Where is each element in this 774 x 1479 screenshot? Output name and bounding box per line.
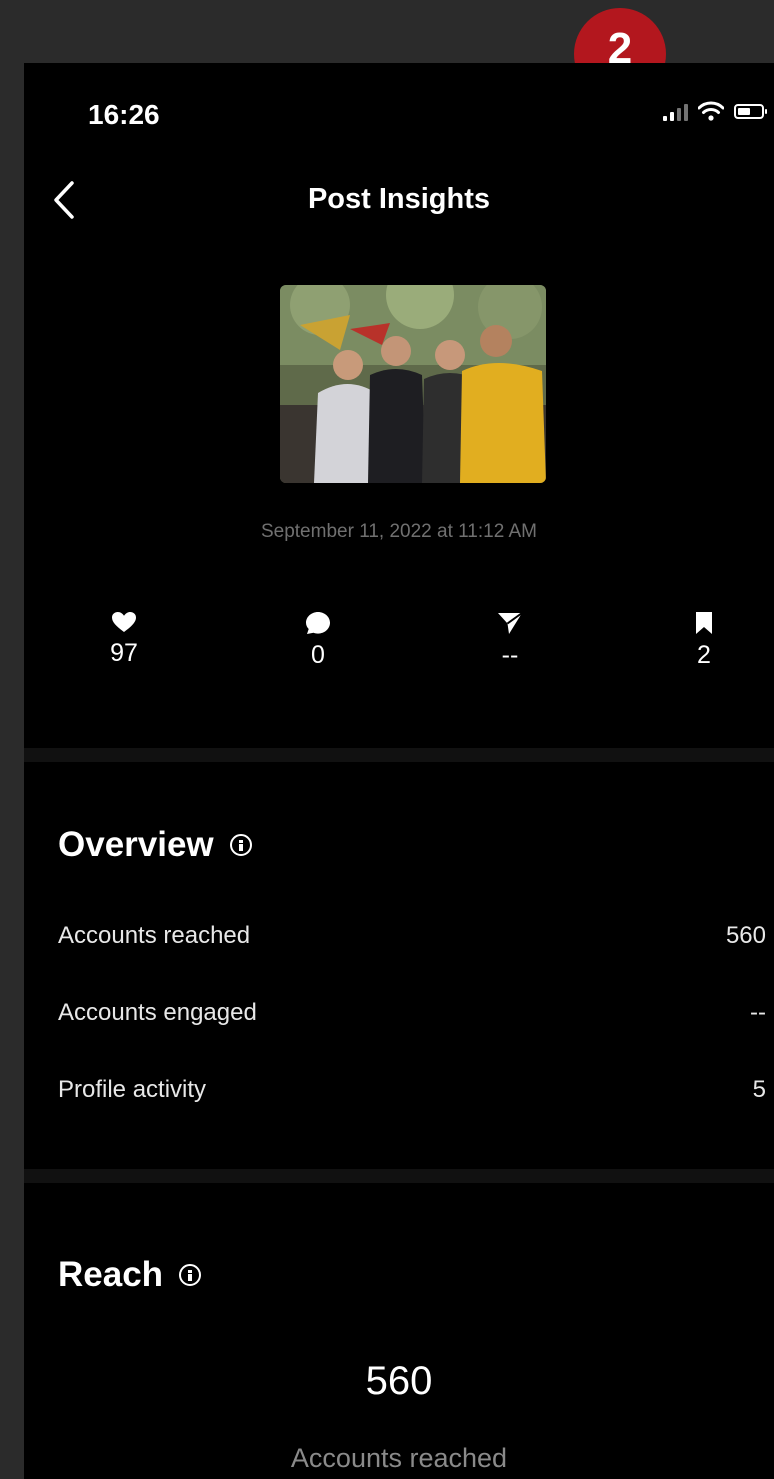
signal-icon bbox=[663, 101, 688, 121]
send-icon bbox=[498, 612, 523, 634]
overview-title: Overview bbox=[58, 825, 214, 864]
phone-screen: 16:26 Post Insights September 11, 2022 a… bbox=[24, 63, 774, 1479]
info-icon[interactable] bbox=[229, 834, 252, 856]
reach-title: Reach bbox=[58, 1255, 164, 1294]
metric-label: Accounts engaged bbox=[58, 999, 257, 1026]
post-thumbnail[interactable] bbox=[280, 285, 546, 483]
shares-count: -- bbox=[501, 641, 519, 669]
post-date: September 11, 2022 at 11:12 AM bbox=[260, 521, 538, 542]
wifi-icon bbox=[698, 101, 724, 121]
page-title: Post Insights bbox=[307, 183, 491, 215]
metric-label: Accounts reached bbox=[58, 922, 251, 949]
saves-stat: 2 bbox=[644, 611, 764, 670]
reach-heading: Reach bbox=[58, 1255, 202, 1295]
section-divider bbox=[24, 1169, 774, 1183]
metric-label: Profile activity bbox=[58, 1076, 207, 1103]
likes-stat: 97 bbox=[64, 611, 184, 668]
comments-stat: 0 bbox=[258, 611, 378, 670]
shares-stat: -- bbox=[450, 611, 570, 670]
metric-value: -- bbox=[750, 999, 766, 1026]
reach-label: Accounts reached bbox=[290, 1443, 508, 1473]
likes-count: 97 bbox=[110, 639, 138, 667]
info-icon[interactable] bbox=[179, 1264, 202, 1286]
bookmark-icon bbox=[696, 612, 712, 634]
status-time: 16:26 bbox=[88, 99, 160, 130]
comments-count: 0 bbox=[311, 641, 325, 669]
comment-icon bbox=[306, 612, 330, 634]
battery-icon bbox=[734, 103, 767, 119]
heart-icon bbox=[112, 612, 136, 632]
status-bar-icons bbox=[663, 101, 767, 121]
overview-heading: Overview bbox=[58, 825, 252, 865]
section-divider bbox=[24, 748, 774, 762]
metric-row-profile-activity[interactable]: Profile activity 5 bbox=[58, 1073, 774, 1107]
metric-value: 5 bbox=[752, 1076, 766, 1103]
saves-count: 2 bbox=[697, 641, 711, 669]
metric-value: 560 bbox=[725, 922, 766, 949]
reach-number: 560 bbox=[365, 1359, 433, 1403]
metric-row-accounts-engaged[interactable]: Accounts engaged -- bbox=[58, 996, 774, 1030]
metric-row-accounts-reached[interactable]: Accounts reached 560 bbox=[58, 919, 774, 953]
